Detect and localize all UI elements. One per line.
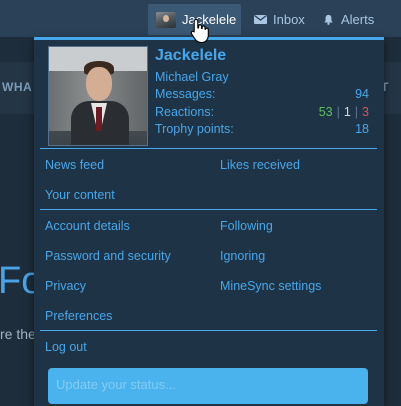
menu-link-minesync-settings[interactable]: MineSync settings [220, 279, 321, 293]
messages-label: Messages: [155, 87, 216, 101]
menu-link-news-feed[interactable]: News feed [45, 158, 104, 172]
reactions-neutral-count: 1 [343, 105, 351, 119]
hand-cursor-icon [190, 18, 209, 44]
inbox-nav-tab[interactable]: Inbox [246, 4, 313, 35]
menu-link-following[interactable]: Following [220, 219, 273, 233]
background-page-text: re the [0, 326, 36, 342]
reactions-stat[interactable]: Reactions: 53 | 1 | 3 [155, 105, 369, 121]
menu-link-likes-received[interactable]: Likes received [220, 158, 300, 172]
messages-count[interactable]: 94 [355, 87, 369, 101]
inbox-nav-label: Inbox [273, 12, 305, 27]
trophy-points-count[interactable]: 18 [355, 122, 369, 136]
alerts-nav-label: Alerts [341, 12, 375, 27]
menu-link-preferences[interactable]: Preferences [45, 309, 112, 323]
status-update-placeholder: Update your status... [56, 377, 176, 392]
trophy-points-label: Trophy points: [155, 122, 234, 136]
background-subnav-text: WHA [2, 80, 33, 94]
menu-link-privacy[interactable]: Privacy [45, 279, 86, 293]
user-avatar-large[interactable] [48, 46, 148, 146]
profile-username[interactable]: Jackelele [155, 47, 226, 65]
reactions-label: Reactions: [155, 105, 215, 119]
menu-link-password-security[interactable]: Password and security [45, 249, 171, 263]
menu-divider [40, 330, 377, 331]
envelope-icon [254, 14, 267, 24]
reactions-separator: | [354, 105, 359, 119]
alerts-nav-tab[interactable]: Alerts [314, 4, 382, 35]
menu-divider [40, 148, 377, 149]
user-avatar-small [156, 11, 176, 28]
profile-summary: Jackelele Michael Gray Messages: 94 Reac… [34, 40, 384, 148]
menu-divider [40, 209, 377, 210]
menu-link-your-content[interactable]: Your content [45, 188, 115, 202]
menu-link-account-details[interactable]: Account details [45, 219, 130, 233]
reactions-negative-count: 3 [362, 105, 369, 119]
messages-stat[interactable]: Messages: 94 [155, 87, 369, 103]
profile-real-name: Michael Gray [155, 70, 229, 84]
trophy-points-stat[interactable]: Trophy points: 18 [155, 122, 369, 138]
menu-link-ignoring[interactable]: Ignoring [220, 249, 265, 263]
reactions-separator: | [336, 105, 340, 119]
menu-link-log-out[interactable]: Log out [45, 340, 87, 354]
bell-icon [324, 14, 333, 25]
reactions-positive-count: 53 [318, 105, 333, 119]
account-dropdown-menu: Jackelele Michael Gray Messages: 94 Reac… [34, 37, 384, 406]
status-update-input[interactable]: Update your status... [48, 368, 368, 404]
